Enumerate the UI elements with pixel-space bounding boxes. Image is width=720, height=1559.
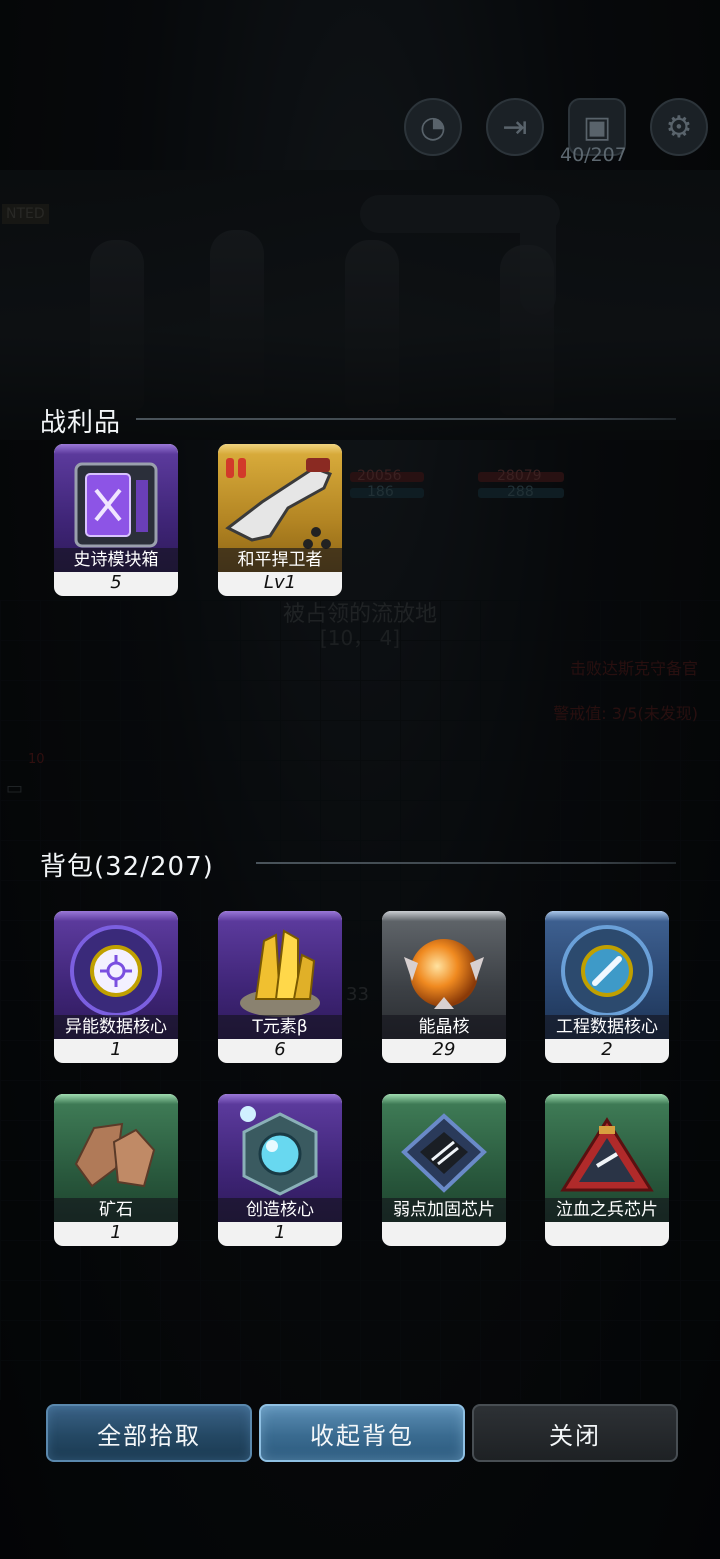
item-name: 和平捍卫者 xyxy=(218,548,342,572)
item-name: 能晶核 xyxy=(382,1015,506,1039)
loot-item-card[interactable]: 史诗模块箱 5 xyxy=(54,444,178,596)
item-name: 矿石 xyxy=(54,1198,178,1222)
backpack-title: 背包(32/207) xyxy=(40,852,214,882)
dim-overlay xyxy=(0,0,720,1559)
backpack-item-card[interactable]: 泣血之兵芯片 xyxy=(545,1094,669,1246)
backpack-item-card[interactable]: 创造核心 1 xyxy=(218,1094,342,1246)
backpack-divider xyxy=(256,862,676,864)
close-button[interactable]: 关闭 xyxy=(472,1404,678,1462)
item-name: 异能数据核心 xyxy=(54,1015,178,1039)
backpack-item-card[interactable]: 工程数据核心 2 xyxy=(545,911,669,1063)
pickup-all-button[interactable]: 全部拾取 xyxy=(46,1404,252,1462)
item-count: 1 xyxy=(274,1222,286,1243)
loot-divider xyxy=(136,418,676,420)
bag-capacity-counter: 40/207 xyxy=(560,144,627,166)
loot-title: 战利品 xyxy=(40,408,122,438)
item-count xyxy=(545,1222,669,1246)
exit-door-icon[interactable]: ⇥ xyxy=(486,98,544,156)
loot-item-card[interactable]: 和平捍卫者 Lv1 xyxy=(218,444,342,596)
item-count: 6 xyxy=(274,1039,286,1060)
item-name: 史诗模块箱 xyxy=(54,548,178,572)
backpack-item-card[interactable]: 弱点加固芯片 xyxy=(382,1094,506,1246)
item-count xyxy=(382,1222,506,1246)
item-level: Lv1 xyxy=(263,572,297,593)
backpack-item-card[interactable]: 矿石 1 xyxy=(54,1094,178,1246)
item-count: 5 xyxy=(110,572,122,593)
item-count: 2 xyxy=(601,1039,613,1060)
item-count: 1 xyxy=(110,1222,122,1243)
item-name: 创造核心 xyxy=(218,1198,342,1222)
item-name: T元素β xyxy=(218,1015,342,1039)
radar-icon[interactable]: ◔ xyxy=(404,98,462,156)
item-count: 29 xyxy=(432,1039,456,1060)
gear-icon[interactable]: ⚙ xyxy=(650,98,708,156)
item-name: 工程数据核心 xyxy=(545,1015,669,1039)
collapse-bag-button[interactable]: 收起背包 xyxy=(259,1404,465,1462)
item-count: 1 xyxy=(110,1039,122,1060)
item-name: 泣血之兵芯片 xyxy=(545,1198,669,1222)
item-name: 弱点加固芯片 xyxy=(382,1198,506,1222)
backpack-item-card[interactable]: T元素β 6 xyxy=(218,911,342,1063)
backpack-item-card[interactable]: 能晶核 29 xyxy=(382,911,506,1063)
backpack-item-card[interactable]: 异能数据核心 1 xyxy=(54,911,178,1063)
